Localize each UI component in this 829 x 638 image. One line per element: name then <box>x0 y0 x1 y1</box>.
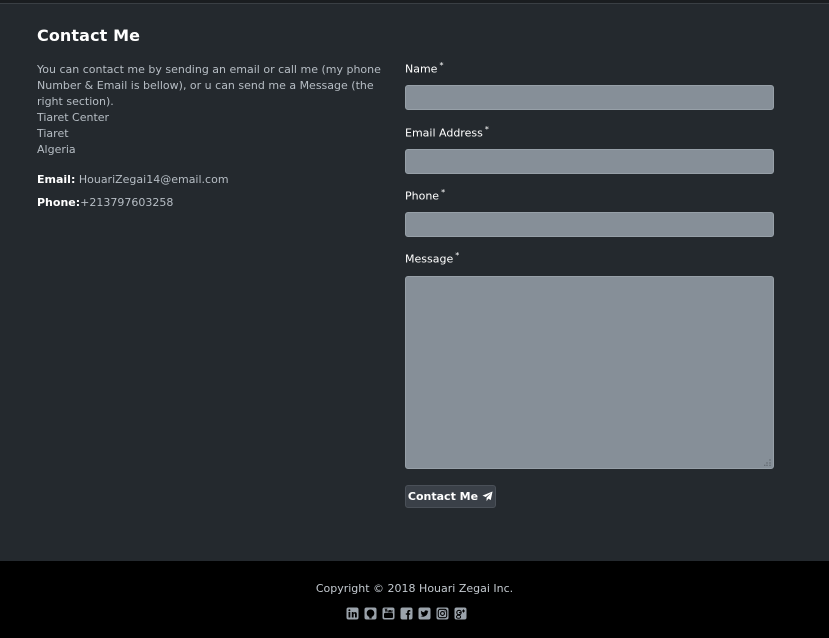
contact-me-button[interactable]: Contact Me <box>405 485 496 508</box>
address-block: Tiaret Center Tiaret Algeria <box>37 110 109 158</box>
google-plus-icon[interactable] <box>454 605 467 620</box>
address-line-2: Tiaret <box>37 127 69 140</box>
linkedin-icon[interactable] <box>346 605 359 620</box>
email-line: Email: HouariZegai14@email.com <box>37 173 229 186</box>
required-mark: * <box>441 188 446 197</box>
github-icon[interactable] <box>364 605 377 620</box>
name-label-text: Name <box>405 62 438 76</box>
facebook-icon[interactable] <box>400 605 413 620</box>
paper-plane-icon <box>482 491 493 502</box>
contact-me-button-label: Contact Me <box>407 490 479 503</box>
required-mark: * <box>455 251 460 260</box>
phone-label: Phone: <box>37 196 81 209</box>
footer: Copyright © 2018 Houari Zegai Inc. <box>0 561 829 638</box>
email-address-label-text: Email Address <box>405 126 483 140</box>
twitter-icon[interactable] <box>418 605 431 620</box>
phone-field-label-text: Phone <box>405 189 440 203</box>
name-input[interactable] <box>405 85 774 110</box>
required-mark: * <box>484 125 489 134</box>
message-textarea[interactable] <box>405 276 774 469</box>
address-line-3: Algeria <box>37 143 76 156</box>
address-line-1: Tiaret Center <box>37 111 110 124</box>
phone-line: Phone:+213797603258 <box>37 196 173 209</box>
email-value: HouariZegai14@email.com <box>75 173 229 186</box>
email-input[interactable] <box>405 149 774 174</box>
name-label: Name * <box>405 61 443 76</box>
required-mark: * <box>439 61 444 70</box>
instagram-icon[interactable] <box>436 605 449 620</box>
phone-field-label: Phone * <box>405 188 445 203</box>
social-links <box>346 605 467 620</box>
copyright-text: Copyright © 2018 Houari Zegai Inc. <box>315 582 514 595</box>
phone-input[interactable] <box>405 212 774 237</box>
email-address-label: Email Address * <box>405 125 489 140</box>
message-label-text: Message <box>405 252 454 266</box>
contact-intro: You can contact me by sending an email o… <box>37 63 381 108</box>
phone-value: +213797603258 <box>80 196 174 209</box>
youtube-icon[interactable] <box>382 605 395 620</box>
resize-handle-icon[interactable] <box>764 459 771 466</box>
email-label: Email: <box>37 173 76 186</box>
page-title: Contact Me <box>37 26 141 45</box>
message-label: Message * <box>405 251 459 266</box>
